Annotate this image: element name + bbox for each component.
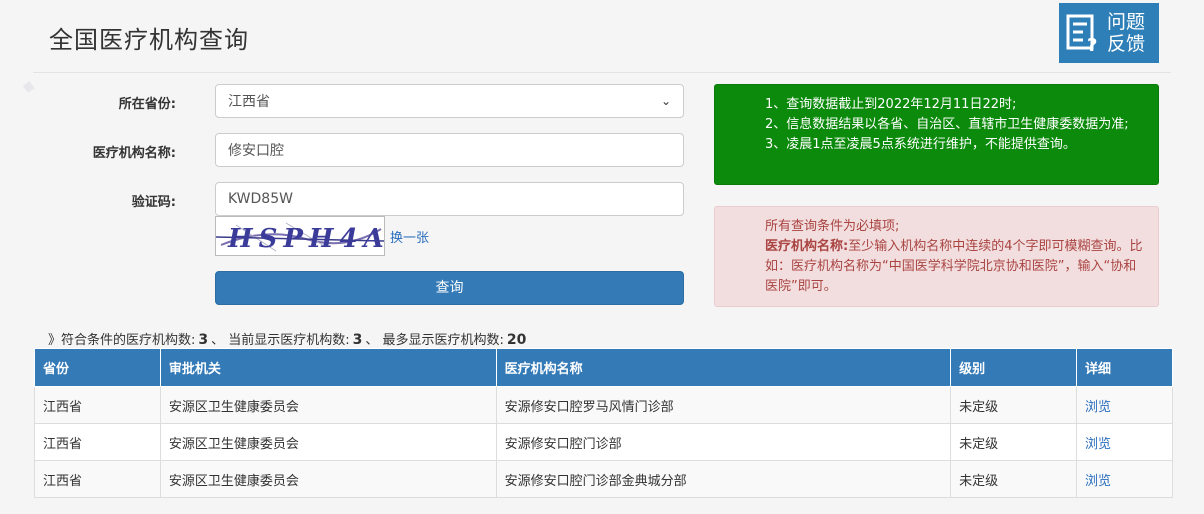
page-title: 全国医疗机构查询 <box>49 26 249 54</box>
max-count: 20 <box>506 332 527 348</box>
table-row: 江西省 安源区卫生健康委员会 安源修安口腔门诊部金典城分部 未定级 浏览 <box>34 460 1173 498</box>
cell-detail: 浏览 <box>1076 386 1173 424</box>
header-detail: 详细 <box>1076 348 1173 387</box>
province-value: 江西省 <box>228 94 270 110</box>
cell-province: 江西省 <box>34 386 161 424</box>
cell-institution: 安源修安口腔罗马风情门诊部 <box>495 386 952 424</box>
view-link[interactable]: 浏览 <box>1085 400 1111 415</box>
notice-info-line: 1、查询数据截止到2022年12月11日22时; <box>765 97 1017 112</box>
notice-info-line: 3、凌晨1点至凌晨5点系统进行维护，不能提供查询。 <box>765 137 1076 152</box>
submit-button[interactable]: 查询 <box>215 271 684 305</box>
matched-count: 3 <box>198 332 209 348</box>
feedback-button[interactable]: ? 问题反馈 <box>1059 3 1159 63</box>
province-select[interactable]: 江西省 ⌄ <box>215 84 684 118</box>
cell-institution: 安源修安口腔门诊部金典城分部 <box>495 460 952 498</box>
results-table: 省份 审批机关 医疗机构名称 级别 详细 江西省 安源区卫生健康委员会 安源修安… <box>34 348 1173 498</box>
svg-text:?: ? <box>1087 35 1097 55</box>
cell-level: 未定级 <box>950 386 1078 424</box>
captcha-label: 验证码: <box>131 195 176 210</box>
table-header-row: 省份 审批机关 医疗机构名称 级别 详细 <box>34 348 1173 387</box>
notice-warning-line: 医疗机构名称:至少输入机构名称中连续的4个字即可模糊查询。比如：医疗机构名称为“… <box>765 237 1146 297</box>
cell-level: 未定级 <box>950 460 1078 498</box>
notice-warning-bold: 医疗机构名称: <box>765 239 849 254</box>
captcha-image[interactable]: HSPH4A <box>215 216 385 256</box>
notice-info-line: 2、信息数据结果以各省、自治区、直辖市卫生健康委数据为准; <box>765 117 1129 132</box>
name-input[interactable] <box>215 133 684 167</box>
cell-province: 江西省 <box>34 460 161 498</box>
notice-info: 1、查询数据截止到2022年12月11日22时; 2、信息数据结果以各省、自治区… <box>714 84 1159 185</box>
header-level: 级别 <box>950 348 1078 387</box>
view-link[interactable]: 浏览 <box>1085 437 1111 452</box>
table-row: 江西省 安源区卫生健康委员会 安源修安口腔罗马风情门诊部 未定级 浏览 <box>34 386 1173 424</box>
cell-province: 江西省 <box>34 423 161 461</box>
feedback-icon: ? <box>1066 14 1097 55</box>
refresh-captcha-link[interactable]: 换一张 <box>390 227 429 246</box>
cell-authority: 安源区卫生健康委员会 <box>159 423 497 461</box>
header-authority: 审批机关 <box>159 348 497 387</box>
feedback-label: 问题反馈 <box>1107 11 1146 55</box>
notice-warning-line: 所有查询条件为必填项; <box>765 219 900 234</box>
header-divider <box>33 72 1171 73</box>
name-label: 医疗机构名称: <box>92 146 176 161</box>
cell-authority: 安源区卫生健康委员会 <box>159 460 497 498</box>
province-label: 所在省份: <box>118 97 176 112</box>
header-institution: 医疗机构名称 <box>495 348 952 387</box>
chevron-down-icon: ⌄ <box>660 94 671 108</box>
cell-detail: 浏览 <box>1076 423 1173 461</box>
shown-count: 3 <box>352 332 363 348</box>
summary-sep1: 、 当前显示医疗机构数: <box>211 333 350 348</box>
cell-institution: 安源修安口腔门诊部 <box>495 423 952 461</box>
cell-level: 未定级 <box>950 423 1078 461</box>
results-summary: 》符合条件的医疗机构数: 3、 当前显示医疗机构数: 3、 最多显示医疗机构数: 20 <box>48 329 529 348</box>
cell-authority: 安源区卫生健康委员会 <box>159 386 497 424</box>
captcha-input[interactable] <box>215 182 684 216</box>
notice-warning: 所有查询条件为必填项; 医疗机构名称:至少输入机构名称中连续的4个字即可模糊查询… <box>714 206 1159 307</box>
summary-sep2: 、 最多显示医疗机构数: <box>365 333 504 348</box>
captcha-text: HSPH4A <box>227 224 384 254</box>
view-link[interactable]: 浏览 <box>1085 474 1111 489</box>
cell-detail: 浏览 <box>1076 460 1173 498</box>
summary-prefix: 》符合条件的医疗机构数: <box>48 333 196 348</box>
header-province: 省份 <box>34 348 161 387</box>
table-row: 江西省 安源区卫生健康委员会 安源修安口腔门诊部 未定级 浏览 <box>34 423 1173 461</box>
